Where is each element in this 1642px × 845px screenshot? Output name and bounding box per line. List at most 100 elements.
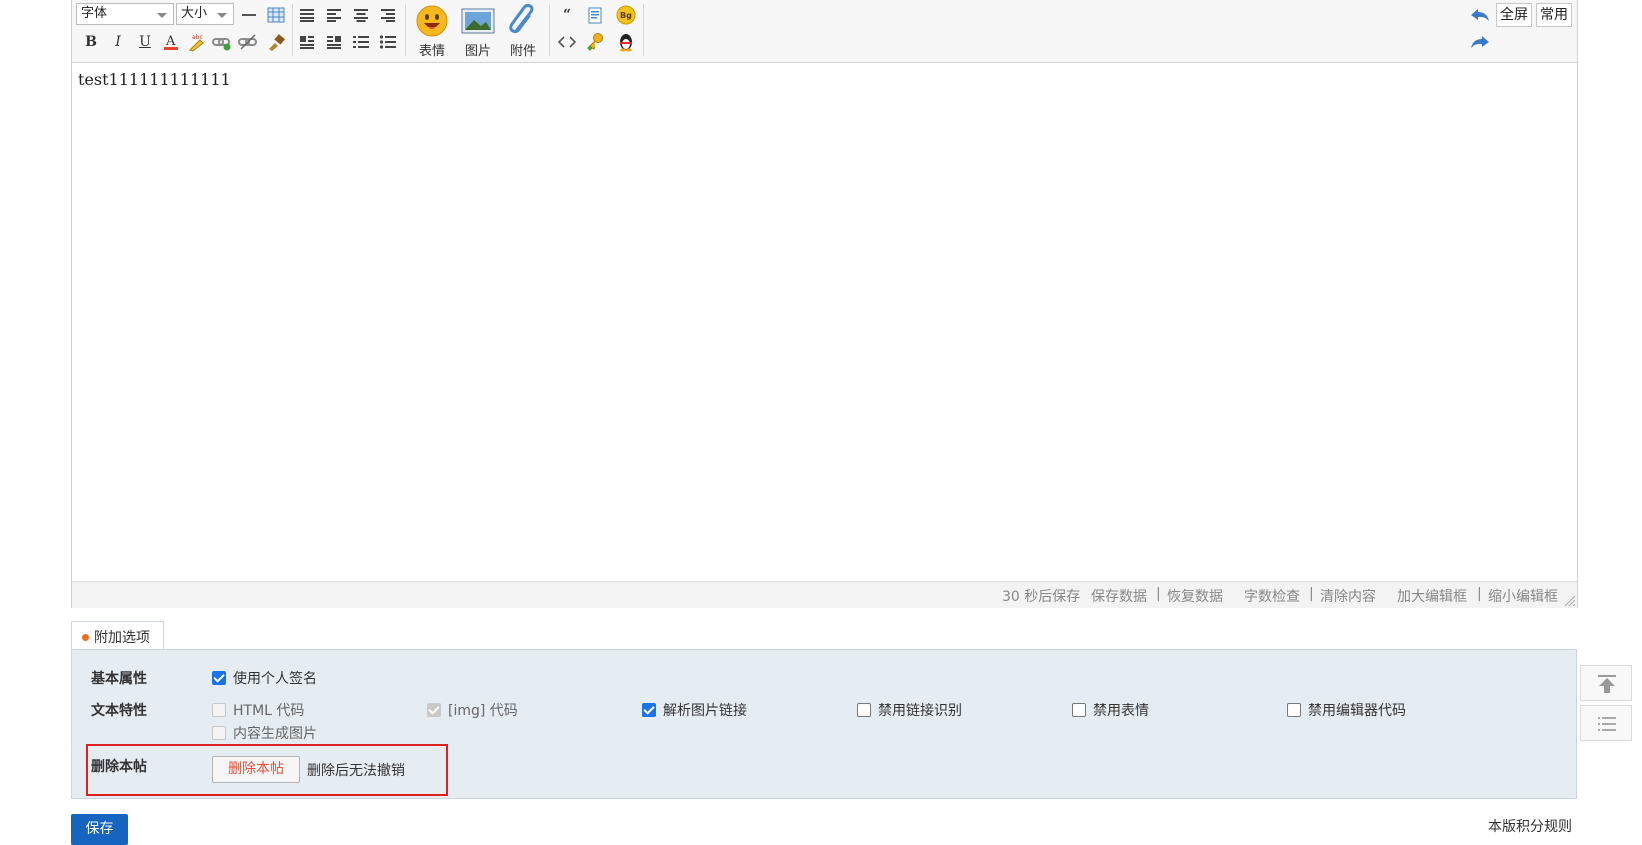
font-size-select-value: 大小 — [181, 6, 208, 21]
img-code-label[interactable]: [img] 代码 — [448, 700, 518, 720]
insert-link-button[interactable] — [211, 31, 233, 53]
highlight-button[interactable]: abc — [185, 31, 207, 53]
paste-button[interactable] — [584, 4, 606, 26]
emoji-button-label: 表情 — [418, 44, 445, 59]
img-code-checkbox[interactable] — [427, 703, 441, 717]
fullscreen-button[interactable]: 全屏 — [1496, 3, 1532, 27]
toolbar-separator — [549, 4, 550, 56]
font-color-icon: A — [164, 34, 178, 50]
editor-toolbar: 字体 大小 B I U A abc 表情 图片 附件 “ Bg 全屏 常用 — [72, 0, 1577, 63]
disable-link-detect-label[interactable]: 禁用链接识别 — [878, 700, 962, 720]
editor-content[interactable]: test111111111111 — [78, 70, 231, 89]
font-family-select-value: 字体 — [81, 6, 108, 21]
side-tools — [1580, 665, 1634, 743]
quote-icon: “ — [562, 7, 572, 23]
html-code-label[interactable]: HTML 代码 — [233, 700, 304, 720]
clear-content-link[interactable]: 清除内容 — [1320, 586, 1376, 606]
rich-text-editor: 字体 大小 B I U A abc 表情 图片 附件 “ Bg 全屏 常用 te… — [71, 0, 1578, 608]
font-size-select[interactable]: 大小 — [176, 3, 234, 25]
font-family-select[interactable]: 字体 — [76, 3, 174, 25]
disable-editor-code-checkbox[interactable] — [1287, 703, 1301, 717]
image-button-label: 图片 — [464, 44, 491, 59]
italic-button[interactable]: I — [107, 31, 129, 53]
delete-post-button[interactable]: 删除本帖 — [212, 756, 300, 783]
underline-button[interactable]: U — [134, 31, 156, 53]
content-to-image-checkbox[interactable] — [212, 726, 226, 740]
bold-button[interactable]: B — [80, 31, 102, 53]
back-to-top-button[interactable] — [1580, 665, 1632, 701]
disable-emoji-checkbox[interactable] — [1072, 703, 1086, 717]
float-right-icon — [327, 36, 341, 49]
insert-table-button[interactable] — [265, 4, 287, 26]
tab-label: 附加选项 — [94, 630, 150, 646]
toolbar-separator — [643, 4, 644, 56]
undo-button[interactable] — [1469, 4, 1491, 26]
horizontal-rule-button[interactable] — [238, 4, 260, 26]
basic-properties-label: 基本属性 — [91, 671, 147, 687]
tab-additional-options[interactable]: 附加选项 — [71, 621, 164, 650]
format-painter-button[interactable] — [265, 31, 287, 53]
restore-data-link[interactable]: 恢复数据 — [1167, 586, 1223, 606]
menu-list-button[interactable] — [1580, 705, 1632, 741]
code-icon — [558, 36, 576, 48]
use-signature-checkbox[interactable] — [212, 671, 226, 685]
code-button[interactable] — [556, 31, 578, 53]
toolbar-separator — [292, 4, 293, 56]
delete-warning-note: 删除后无法撤销 — [307, 763, 405, 779]
redo-button[interactable] — [1469, 31, 1491, 53]
common-mode-button[interactable]: 常用 — [1536, 3, 1572, 27]
disable-link-detect-checkbox[interactable] — [857, 703, 871, 717]
delete-post-label: 删除本帖 — [91, 759, 147, 775]
underline-icon: U — [139, 34, 151, 50]
enlarge-editor-link[interactable]: 加大编辑框 — [1397, 586, 1467, 606]
remove-link-button[interactable] — [237, 31, 259, 53]
align-left-icon — [327, 9, 341, 22]
chevron-down-icon — [217, 13, 227, 18]
parse-image-links-checkbox[interactable] — [642, 703, 656, 717]
svg-text:abc: abc — [192, 34, 203, 41]
paperclip-icon — [509, 4, 534, 34]
float-left-button[interactable] — [296, 31, 318, 53]
image-button[interactable]: 图片 — [458, 2, 498, 60]
link-remove-icon — [238, 34, 257, 50]
disable-editor-code-label[interactable]: 禁用编辑器代码 — [1308, 700, 1406, 720]
content-to-image-label[interactable]: 内容生成图片 — [233, 723, 317, 743]
quote-button[interactable]: “ — [556, 4, 578, 26]
hide-content-button[interactable] — [584, 31, 606, 53]
svg-text:A: A — [165, 34, 176, 49]
smiley-icon — [416, 5, 448, 37]
use-signature-label[interactable]: 使用个人签名 — [233, 668, 317, 688]
forum-rules-link[interactable]: 本版积分规则 — [1488, 816, 1572, 836]
image-icon — [461, 8, 495, 34]
save-data-link[interactable]: 保存数据 — [1091, 586, 1147, 606]
shrink-editor-link[interactable]: 缩小编辑框 — [1488, 586, 1558, 606]
save-button[interactable]: 保存 — [71, 814, 128, 845]
unordered-list-button[interactable] — [377, 31, 399, 53]
disable-emoji-label[interactable]: 禁用表情 — [1093, 700, 1149, 720]
align-right-button[interactable] — [377, 4, 399, 26]
float-right-button[interactable] — [323, 31, 345, 53]
word-count-check-link[interactable]: 字数检查 — [1244, 586, 1300, 606]
statusbar-separator: | — [1477, 586, 1482, 602]
html-code-checkbox[interactable] — [212, 703, 226, 717]
background-color-button[interactable]: Bg — [615, 4, 637, 26]
table-icon — [267, 7, 285, 23]
align-right-icon — [381, 9, 395, 22]
attachment-button[interactable]: 附件 — [503, 2, 543, 60]
ordered-list-button[interactable] — [350, 31, 372, 53]
emoji-button[interactable]: 表情 — [412, 2, 452, 60]
brush-icon — [269, 34, 285, 51]
autosave-countdown: 30 秒后保存 — [1002, 589, 1081, 605]
align-justify-icon — [300, 9, 314, 22]
svg-text:Bg: Bg — [620, 11, 632, 20]
arrow-up-icon — [1598, 675, 1616, 693]
parse-image-links-label[interactable]: 解析图片链接 — [663, 700, 747, 720]
align-center-button[interactable] — [350, 4, 372, 26]
align-left-button[interactable] — [323, 4, 345, 26]
resize-grip-icon[interactable] — [1563, 594, 1575, 606]
font-color-button[interactable]: A — [160, 31, 182, 53]
statusbar-separator: | — [1156, 586, 1161, 602]
align-justify-button[interactable] — [296, 4, 318, 26]
qq-button[interactable] — [615, 31, 637, 53]
text-features-label: 文本特性 — [91, 703, 147, 719]
